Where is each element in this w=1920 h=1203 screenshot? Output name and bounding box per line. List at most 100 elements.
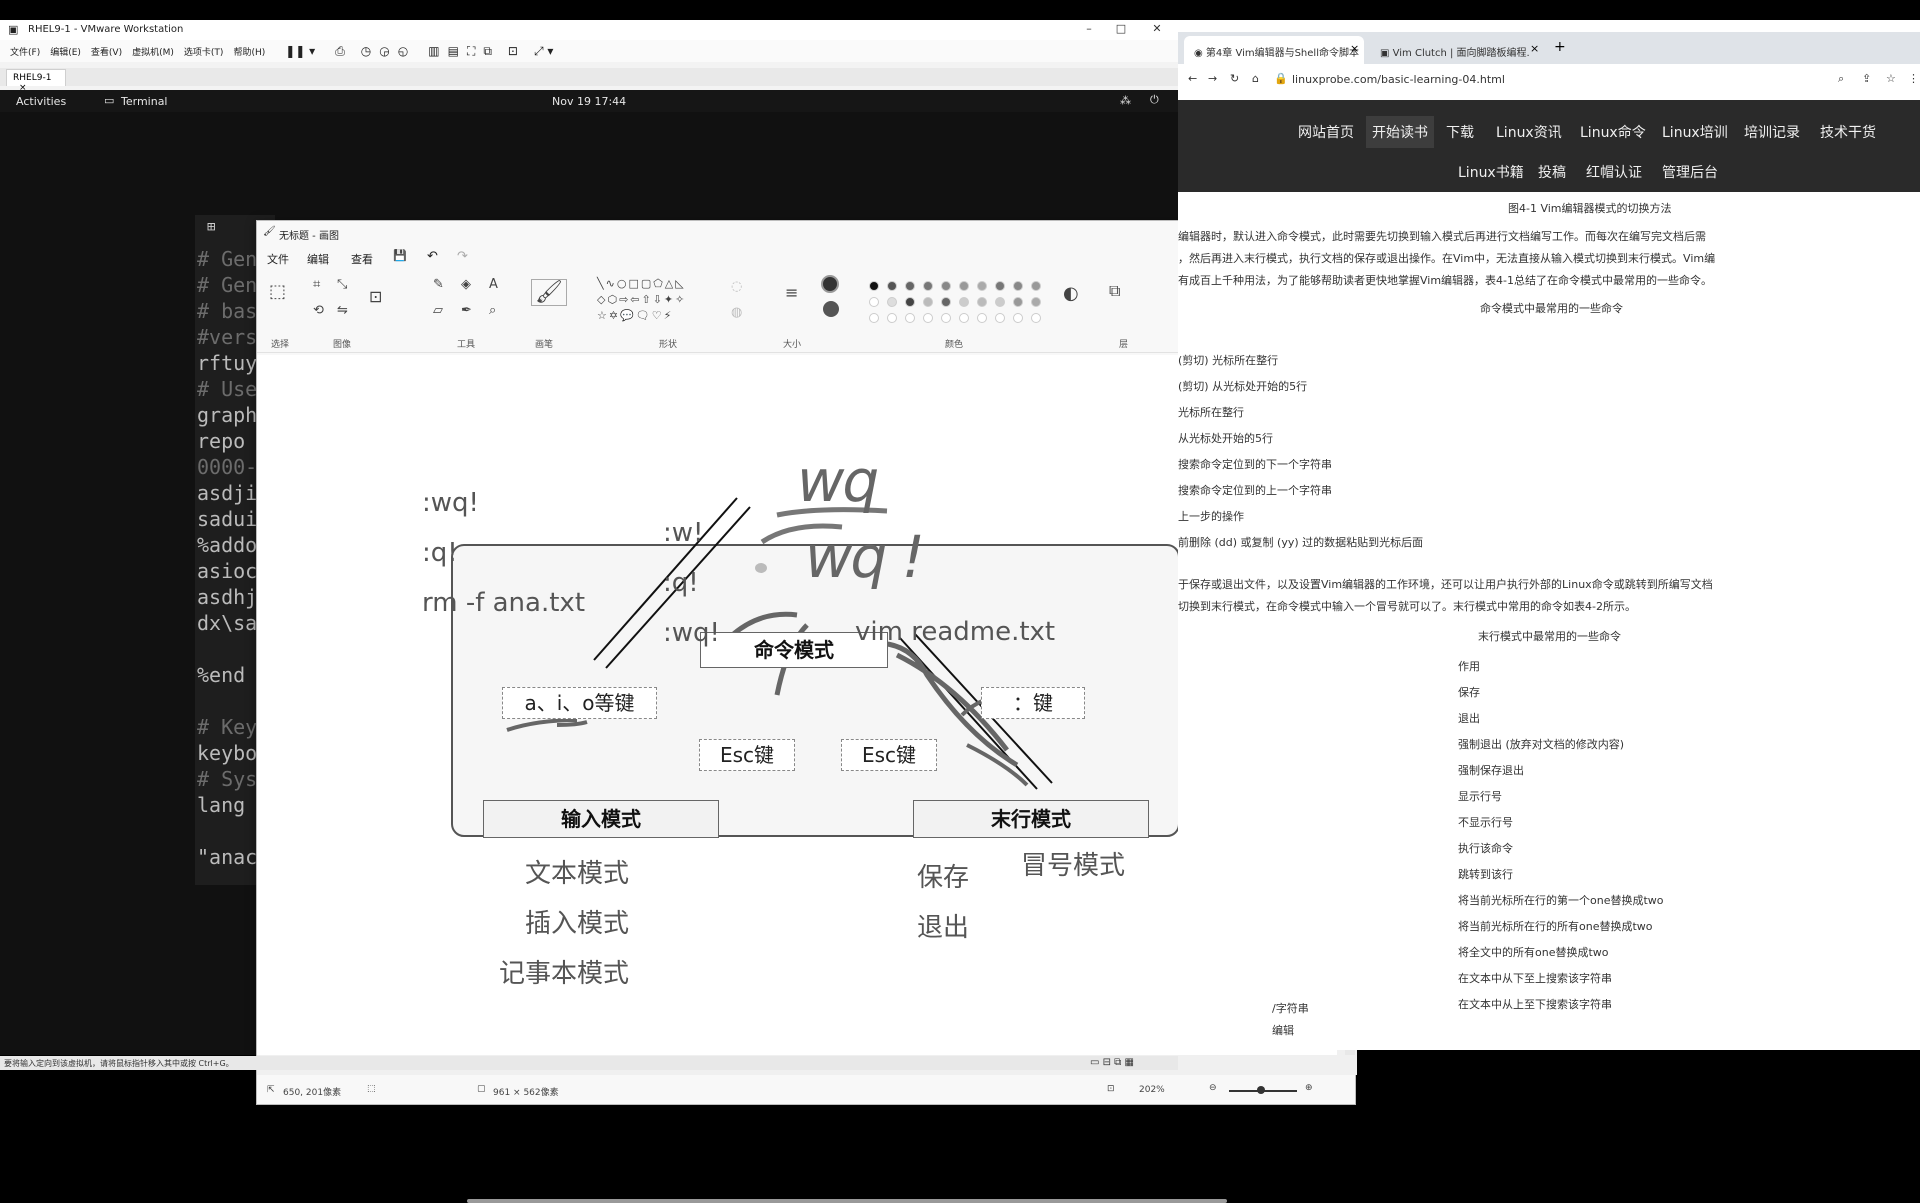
palette-swatch[interactable] (923, 313, 933, 323)
forward-icon[interactable]: → (1208, 72, 1217, 85)
nav-rhce[interactable]: 红帽认证 (1586, 162, 1642, 182)
nav-linux-news[interactable]: Linux资讯 (1496, 122, 1562, 142)
app-menu[interactable]: Terminal (121, 95, 168, 108)
color-1-swatch[interactable] (821, 275, 839, 293)
edit-colors-icon[interactable]: ◐ (1063, 283, 1079, 304)
minimize-button[interactable]: – (1080, 22, 1098, 38)
palette-swatch[interactable] (923, 297, 933, 307)
sidebar-icon[interactable]: ▥ (428, 44, 439, 58)
reload-icon[interactable]: ↻ (1230, 72, 1239, 85)
layers-icon[interactable]: ⧉ (1109, 281, 1120, 301)
save-icon[interactable]: 💾 (393, 249, 407, 262)
extensions-icon[interactable]: ⋮ (1908, 72, 1919, 85)
menu-edit[interactable]: 编辑(E) (50, 45, 81, 58)
paint-menu-view[interactable]: 查看 (351, 251, 373, 267)
nav-tech-articles[interactable]: 技术干货 (1820, 122, 1876, 142)
drawing-canvas[interactable]: 命令模式 输入模式 末行模式 a、i、o等键 ：键 Esc键 Esc键 :wq!… (257, 355, 1337, 1055)
pause-icon[interactable]: ❚❚ ▾ (285, 44, 315, 58)
zoom-in-icon[interactable]: ⊕ (1305, 1083, 1313, 1093)
activities-button[interactable]: Activities (16, 95, 66, 108)
nav-home[interactable]: 网站首页 (1298, 122, 1354, 142)
shapes-row-1[interactable]: ╲∿○□▢⬠△◺ (597, 277, 686, 290)
menu-view[interactable]: 查看(V) (91, 45, 122, 58)
palette-swatch[interactable] (887, 281, 897, 291)
palette-swatch[interactable] (869, 281, 879, 291)
palette-swatch[interactable] (869, 313, 879, 323)
zoom-out-icon[interactable]: ⊖ (1209, 1083, 1217, 1093)
device-icons[interactable]: ▭ ⊟ ⧉ ▦ (1090, 1057, 1134, 1068)
restore-snapshot-icon[interactable]: ◶ (379, 44, 389, 58)
palette-swatch[interactable] (905, 313, 915, 323)
text-icon[interactable]: A (489, 277, 498, 292)
browser-tab[interactable]: ▣ Vim Clutch | 面向脚踏板编程... (1370, 36, 1530, 64)
url-field[interactable]: linuxprobe.com/basic-learning-04.html (1292, 73, 1505, 86)
palette-swatch[interactable] (1031, 313, 1041, 323)
terminal-menu-icon[interactable]: ⊞ (207, 219, 215, 235)
outline-icon[interactable]: ◌ (731, 279, 742, 294)
palette-swatch[interactable] (977, 313, 987, 323)
bookmark-icon[interactable]: ☆ (1886, 72, 1896, 85)
close-tab-icon[interactable]: × (1350, 42, 1359, 55)
palette-swatch[interactable] (959, 281, 969, 291)
magnifier-icon[interactable]: ⌕ (489, 303, 496, 318)
paint-menu-file[interactable]: 文件 (267, 251, 289, 267)
fit-icon[interactable]: ⊡ (1107, 1084, 1115, 1094)
brush-icon[interactable]: 🖌 (531, 279, 567, 306)
palette-swatch[interactable] (1013, 281, 1023, 291)
network-icon[interactable]: ⁂ (1120, 94, 1131, 107)
palette-swatch[interactable] (959, 313, 969, 323)
close-button[interactable]: ✕ (1148, 22, 1166, 38)
guest-screen[interactable]: Activities ▭ Terminal Nov 19 17:44 ⁂ ⏻ ⊞… (0, 90, 1357, 1203)
palette-swatch[interactable] (995, 281, 1005, 291)
palette-swatch[interactable] (923, 281, 933, 291)
stretch-icon[interactable]: ⤢ ▾ (534, 44, 553, 59)
palette-swatch[interactable] (959, 297, 969, 307)
remove-background-icon[interactable]: ⊡ (369, 287, 382, 306)
pencil-icon[interactable]: ✎ (433, 277, 444, 292)
unity-icon[interactable]: ⧉ (483, 44, 492, 59)
palette-swatch[interactable] (887, 297, 897, 307)
console-icon[interactable]: ⊡ (508, 44, 518, 58)
horizontal-scrollbar[interactable] (467, 1199, 1227, 1203)
browser-tab-active[interactable]: ◉ 第4章 Vim编辑器与Shell命令脚本 (1184, 36, 1364, 64)
nav-start-reading[interactable]: 开始读书 (1366, 116, 1434, 148)
fill-style-icon[interactable]: ◍ (731, 305, 742, 320)
nav-training-records[interactable]: 培训记录 (1744, 122, 1800, 142)
palette-swatch[interactable] (1031, 281, 1041, 291)
fill-icon[interactable]: ◈ (461, 277, 471, 292)
color-picker-icon[interactable]: ✒ (461, 303, 472, 318)
crop-icon[interactable]: ⌗ (313, 277, 320, 292)
redo-icon[interactable]: ↷ (457, 249, 468, 264)
menu-vm[interactable]: 虚拟机(M) (132, 45, 174, 58)
shapes-row-3[interactable]: ☆✡💬🗨♡⚡ (597, 309, 673, 322)
flip-icon[interactable]: ⇋ (337, 303, 348, 318)
zoom-slider-thumb[interactable] (1257, 1086, 1265, 1094)
close-tab-icon[interactable]: × (1530, 42, 1539, 55)
nav-linux-books[interactable]: Linux书籍 (1458, 162, 1524, 182)
manage-snapshot-icon[interactable]: ◵ (398, 44, 408, 58)
palette-swatch[interactable] (905, 281, 915, 291)
nav-admin[interactable]: 管理后台 (1662, 162, 1718, 182)
maximize-button[interactable]: □ (1112, 22, 1130, 38)
palette-swatch[interactable] (941, 313, 951, 323)
menu-tabs[interactable]: 选项卡(T) (184, 45, 224, 58)
palette-swatch[interactable] (977, 281, 987, 291)
undo-icon[interactable]: ↶ (427, 249, 438, 264)
paint-menu-edit[interactable]: 编辑 (307, 251, 329, 267)
share-icon[interactable]: ⇪ (1862, 72, 1871, 85)
palette-swatch[interactable] (887, 313, 897, 323)
nav-submit[interactable]: 投稿 (1538, 162, 1566, 182)
rotate-icon[interactable]: ⟲ (313, 303, 324, 318)
palette-swatch[interactable] (995, 297, 1005, 307)
nav-linux-training[interactable]: Linux培训 (1662, 122, 1728, 142)
select-icon[interactable]: ⬚ (269, 281, 286, 302)
shapes-row-2[interactable]: ◇⬡⇨⇦⇧⇩✦✧ (597, 293, 686, 306)
eraser-icon[interactable]: ▱ (433, 303, 443, 318)
power-icon[interactable]: ⏻ (1150, 93, 1159, 107)
palette-swatch[interactable] (977, 297, 987, 307)
palette-swatch[interactable] (1031, 297, 1041, 307)
send-keys-icon[interactable]: ⎙ (335, 44, 345, 59)
fullscreen-icon[interactable]: ⛶ (467, 44, 475, 59)
new-tab-button[interactable]: + (1554, 39, 1566, 55)
zoom-icon[interactable]: ⌕ (1838, 72, 1844, 86)
